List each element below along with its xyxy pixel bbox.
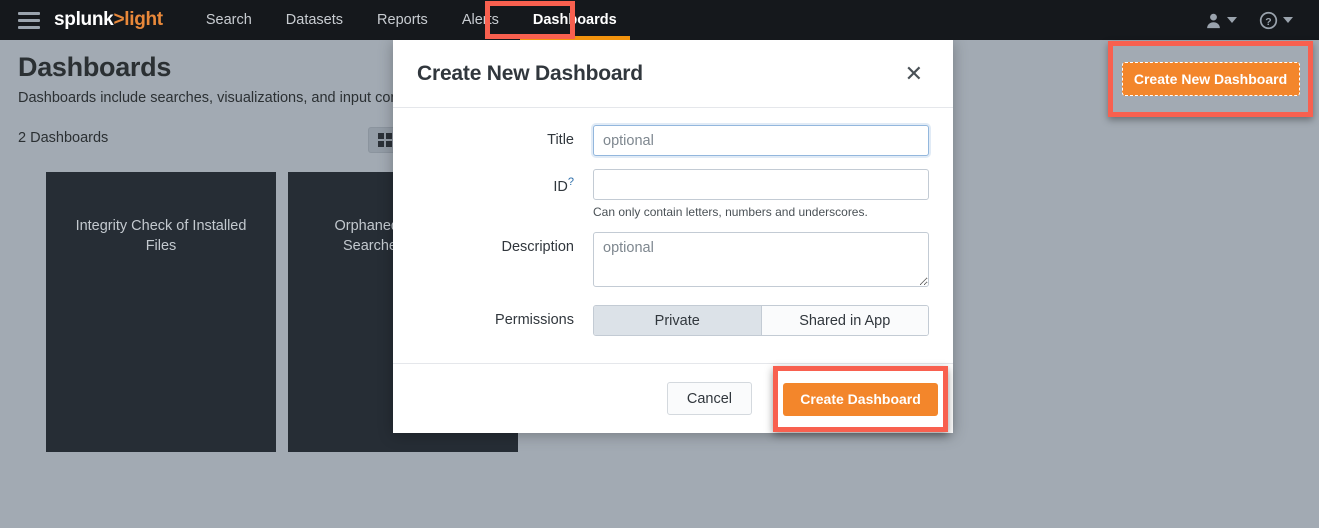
- id-label-text: ID: [553, 178, 568, 195]
- id-field-hint: Can only contain letters, numbers and un…: [593, 205, 868, 219]
- brand-arrow: >: [113, 9, 125, 30]
- chevron-down-icon: [1283, 17, 1293, 23]
- grid-cell: [386, 133, 392, 139]
- create-dashboard-submit-wrap: Create Dashboard: [773, 366, 948, 432]
- user-menu[interactable]: [1197, 12, 1245, 29]
- field-row-permissions: Permissions Private Shared in App: [417, 305, 929, 336]
- nav-item-search[interactable]: Search: [189, 0, 269, 40]
- cancel-button[interactable]: Cancel: [666, 382, 752, 415]
- grid-cell: [386, 141, 392, 147]
- permissions-option-private[interactable]: Private: [594, 306, 761, 335]
- nav-links: Search Datasets Reports Alerts Dashboard…: [189, 0, 634, 40]
- title-input[interactable]: [593, 125, 929, 156]
- modal-header: Create New Dashboard ✕: [393, 40, 953, 108]
- help-question-icon: ?: [1259, 11, 1278, 29]
- permissions-option-shared-in-app[interactable]: Shared in App: [760, 306, 928, 335]
- field-row-id: ID? Can only contain letters, numbers an…: [417, 169, 929, 219]
- help-menu[interactable]: ?: [1251, 11, 1301, 30]
- nav-item-alerts[interactable]: Alerts: [445, 0, 516, 40]
- grid-cell: [378, 141, 384, 147]
- id-field-control: Can only contain letters, numbers and un…: [593, 169, 929, 219]
- permissions-segmented-control: Private Shared in App: [593, 305, 929, 336]
- hamburger-bar: [18, 18, 40, 22]
- field-row-description: Description: [417, 232, 929, 292]
- description-field-label: Description: [501, 239, 574, 255]
- nav-item-dashboards[interactable]: Dashboards: [516, 0, 634, 40]
- dashboard-count-label: 2 Dashboards: [18, 130, 109, 146]
- page-subtitle: Dashboards include searches, visualizati…: [18, 90, 426, 106]
- svg-text:?: ?: [1265, 16, 1271, 27]
- dashboard-card[interactable]: Integrity Check of Installed Files: [46, 172, 276, 452]
- description-textarea[interactable]: [593, 232, 929, 287]
- close-icon[interactable]: ✕: [899, 59, 929, 89]
- top-navbar: splunk>light Search Datasets Reports Ale…: [0, 0, 1319, 40]
- id-field-label: ID?: [417, 169, 593, 219]
- description-field-control: [593, 232, 929, 292]
- title-field-control: [593, 125, 929, 156]
- user-icon: [1207, 13, 1220, 28]
- create-dashboard-submit-button[interactable]: Create Dashboard: [783, 382, 938, 416]
- brand-secondary: light: [124, 9, 163, 30]
- create-new-dashboard-button[interactable]: Create New Dashboard: [1121, 62, 1300, 96]
- title-field-label: Title: [547, 132, 574, 148]
- hamburger-bar: [18, 11, 40, 15]
- permissions-field-label: Permissions: [495, 312, 574, 328]
- hamburger-bar: [18, 25, 40, 29]
- id-input[interactable]: [593, 169, 929, 200]
- hamburger-menu-icon[interactable]: [18, 11, 40, 29]
- create-new-dashboard-button-wrap: Create New Dashboard: [1108, 41, 1313, 117]
- splunk-light-logo[interactable]: splunk>light: [54, 9, 163, 31]
- modal-body: Title ID? Can only contain letters, numb…: [393, 108, 953, 363]
- grid-view-icon: [378, 133, 392, 147]
- field-row-title: Title: [417, 125, 929, 156]
- modal-title: Create New Dashboard: [417, 61, 643, 85]
- brand-primary: splunk: [54, 9, 114, 30]
- nav-item-datasets[interactable]: Datasets: [269, 0, 360, 40]
- grid-cell: [378, 133, 384, 139]
- permissions-field-control: Private Shared in App: [593, 305, 929, 336]
- chevron-down-icon: [1227, 17, 1237, 23]
- id-help-icon[interactable]: ?: [568, 176, 574, 188]
- page-title: Dashboards: [18, 52, 172, 82]
- dashboard-card-title: Integrity Check of Installed Files: [75, 218, 247, 254]
- nav-right-group: ?: [1197, 11, 1301, 30]
- nav-item-reports[interactable]: Reports: [360, 0, 445, 40]
